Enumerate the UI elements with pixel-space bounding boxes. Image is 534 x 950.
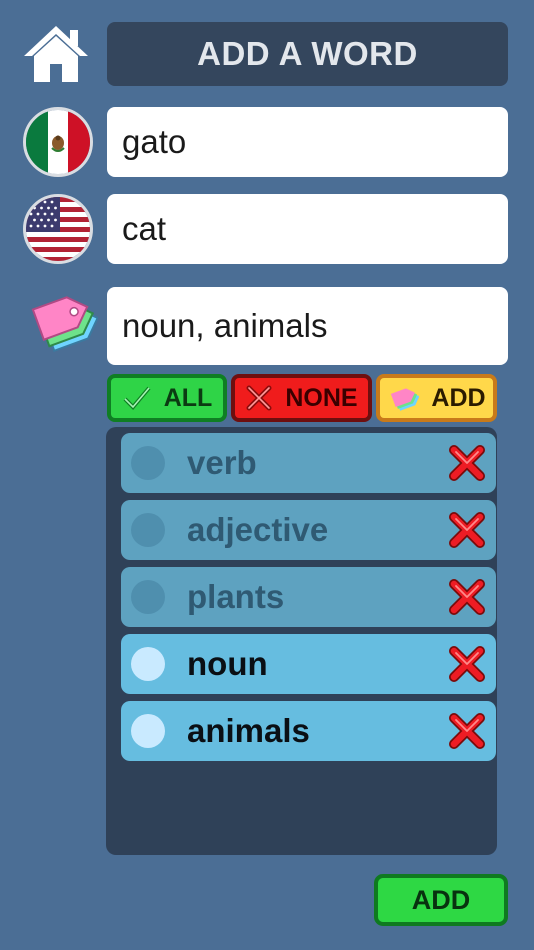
- select-all-label: ALL: [163, 383, 213, 412]
- tag-radio[interactable]: [131, 513, 165, 547]
- tag-radio[interactable]: [131, 446, 165, 480]
- target-word-input[interactable]: [107, 194, 508, 264]
- page-title: ADD A WORD: [197, 35, 418, 72]
- usa-flag-icon[interactable]: [23, 194, 93, 264]
- tag-item-plants[interactable]: plants: [121, 567, 496, 627]
- select-all-button[interactable]: ALL: [107, 374, 227, 422]
- check-icon: [123, 386, 151, 410]
- tags-icon: [391, 388, 420, 411]
- add-tag-button[interactable]: ADD: [376, 374, 497, 422]
- tag-label: verb: [187, 444, 257, 481]
- tag-radio[interactable]: [131, 580, 165, 614]
- delete-icon[interactable]: [446, 643, 488, 685]
- tag-label: plants: [187, 578, 285, 615]
- add-word-label: ADD: [411, 884, 471, 915]
- tag-item-noun[interactable]: noun: [121, 634, 496, 694]
- delete-icon[interactable]: [446, 509, 488, 551]
- add-word-button[interactable]: ADD: [374, 874, 508, 926]
- mexico-flag-icon[interactable]: [23, 107, 93, 177]
- tag-radio[interactable]: [131, 714, 165, 748]
- cross-icon: [246, 385, 272, 411]
- select-none-label: NONE: [285, 383, 358, 412]
- tag-item-verb[interactable]: verb: [121, 433, 496, 493]
- tag-item-adjective[interactable]: adjective: [121, 500, 496, 560]
- select-none-button[interactable]: NONE: [231, 374, 372, 422]
- tag-label: noun: [187, 645, 268, 682]
- tag-radio[interactable]: [131, 647, 165, 681]
- tags-icon: [18, 290, 99, 362]
- add-tag-label: ADD: [431, 383, 486, 412]
- delete-icon[interactable]: [446, 710, 488, 752]
- tag-label: animals: [187, 712, 310, 749]
- home-icon[interactable]: [22, 24, 90, 84]
- tags-input[interactable]: [107, 287, 508, 365]
- delete-icon[interactable]: [446, 442, 488, 484]
- source-word-input[interactable]: [107, 107, 508, 177]
- tag-item-animals[interactable]: animals: [121, 701, 496, 761]
- delete-icon[interactable]: [446, 576, 488, 618]
- tag-list: verb adjective plants noun animals: [106, 427, 497, 855]
- tag-label: adjective: [187, 511, 329, 548]
- title-bar: ADD A WORD: [107, 22, 508, 86]
